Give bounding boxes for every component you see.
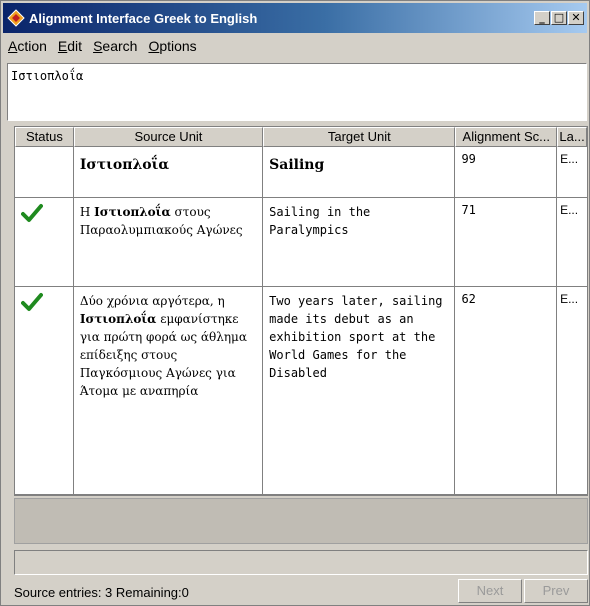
table-row[interactable]: Η Ιστιοπλοΐα στους Παραολυμπιακούς Αγώνε…	[15, 198, 587, 287]
table-header: Status Source Unit Target Unit Alignment…	[15, 127, 587, 147]
language-cell: E...	[560, 152, 579, 166]
column-header-alignment-score[interactable]: Alignment Sc...	[455, 127, 558, 147]
target-cell: Sailing in the Paralympics	[263, 198, 456, 286]
score-cell: 62	[455, 287, 558, 494]
menu-bar: Action Edit Search Options	[3, 35, 587, 57]
close-button[interactable]: ✕	[568, 11, 584, 25]
search-text-area[interactable]: Ιστιοπλοΐα	[7, 63, 587, 121]
column-header-language[interactable]: La...	[557, 127, 587, 147]
source-term-highlight: Ιστιοπλοΐα	[94, 205, 171, 219]
score-cell: 99	[455, 147, 558, 197]
source-text: Η	[79, 205, 95, 219]
language-cell: E...	[560, 292, 579, 306]
prev-button[interactable]: Prev	[524, 579, 588, 603]
language-cell: E...	[560, 203, 579, 217]
menu-options-accel: O	[148, 38, 160, 54]
checkmark-icon[interactable]	[21, 292, 43, 312]
checkmark-icon[interactable]	[21, 203, 43, 223]
alignment-window: Alignment Interface Greek to English _ □…	[0, 0, 590, 606]
menu-edit[interactable]: Edit	[53, 38, 88, 54]
source-cell: Ιστιοπλοΐα	[74, 147, 264, 197]
source-cell: Η Ιστιοπλοΐα στους Παραολυμπιακούς Αγώνε…	[74, 198, 264, 286]
alignment-table: Status Source Unit Target Unit Alignment…	[14, 126, 588, 496]
table-row[interactable]: Ιστιοπλοΐα Sailing 99 E...	[15, 147, 587, 198]
title-bar[interactable]: Alignment Interface Greek to English _ □…	[3, 3, 587, 33]
window-title: Alignment Interface Greek to English	[29, 10, 258, 26]
target-cell: Sailing	[263, 147, 456, 197]
menu-action-accel: A	[8, 38, 18, 54]
status-cell	[15, 198, 74, 286]
menu-action[interactable]: Action	[3, 38, 53, 54]
menu-options[interactable]: Options	[143, 38, 202, 54]
menu-action-label: ction	[17, 38, 47, 54]
column-header-target-unit[interactable]: Target Unit	[263, 127, 456, 147]
minimize-button[interactable]: _	[534, 11, 550, 25]
status-text: Source entries: 3 Remaining:0	[14, 585, 189, 600]
source-term-highlight: Ιστιοπλοΐα	[79, 312, 157, 326]
status-cell	[15, 287, 74, 494]
column-header-status[interactable]: Status	[15, 127, 74, 147]
maximize-button[interactable]: □	[551, 11, 567, 25]
menu-edit-label: dit	[67, 38, 83, 54]
input-bar[interactable]	[14, 550, 588, 575]
app-icon	[7, 9, 25, 27]
menu-options-label: ptions	[159, 38, 197, 54]
menu-search-label: earch	[102, 38, 138, 54]
score-cell: 71	[455, 198, 558, 286]
menu-search[interactable]: Search	[88, 38, 143, 54]
menu-search-accel: S	[93, 38, 103, 54]
status-cell	[15, 147, 74, 197]
menu-edit-accel: E	[57, 38, 68, 54]
table-row[interactable]: Δύο χρόνια αργότερα, η Ιστιοπλοΐα εμφανί…	[15, 287, 587, 495]
next-button[interactable]: Next	[458, 579, 522, 603]
column-header-source-unit[interactable]: Source Unit	[73, 127, 264, 147]
source-text: Δύο χρόνια αργότερα, η	[79, 294, 225, 308]
source-cell: Δύο χρόνια αργότερα, η Ιστιοπλοΐα εμφανί…	[74, 287, 264, 494]
empty-panel	[14, 498, 588, 544]
target-cell: Two years later, sailing made its debut …	[263, 287, 456, 494]
